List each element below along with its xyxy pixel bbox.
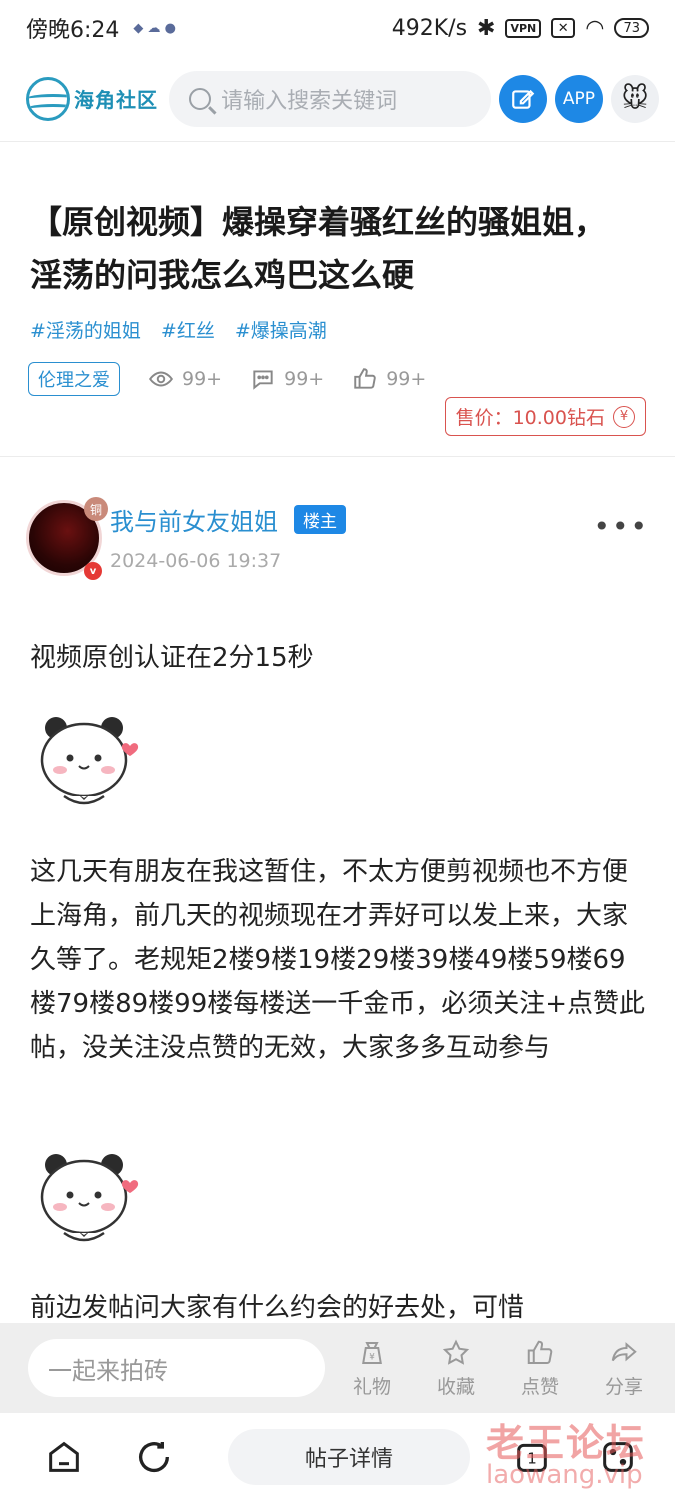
forum-watermark-url: laowang.vip (486, 1460, 643, 1490)
price-label: 售价：10.00钻石 (455, 407, 605, 429)
like-label: 点赞 (520, 1375, 559, 1398)
tag-link[interactable]: #红丝 (161, 316, 215, 343)
logo-globe-icon (26, 76, 70, 121)
op-badge: 楼主 (294, 505, 346, 534)
comments-stat: 99+ (250, 366, 324, 392)
tag-list: #淫荡的姐姐 #红丝 #爆操高潮 (30, 316, 327, 343)
favorite-label: 收藏 (436, 1375, 475, 1398)
comments-count: 99+ (284, 368, 325, 390)
home-button[interactable] (42, 1435, 86, 1479)
refresh-icon (139, 1441, 170, 1472)
views-count: 99+ (182, 368, 223, 390)
tag-link[interactable]: #淫荡的姐姐 (30, 316, 141, 343)
app-header: 海角社区 请输入搜索关键词 APP 🐭 (0, 56, 675, 142)
status-bar: 傍晚6:24 ◆ ☁ ● 492K/s ✱ VPN ✕ ◠ 73 (0, 0, 675, 56)
gift-label: 礼物 (352, 1375, 391, 1398)
svg-text:¥: ¥ (369, 1352, 375, 1362)
app-download-button[interactable]: APP (555, 74, 603, 123)
edit-post-button[interactable] (499, 74, 547, 123)
mouse-avatar-icon: 🐭 (621, 83, 649, 114)
tag-link[interactable]: #爆操高潮 (235, 316, 327, 343)
post-detail-tab[interactable]: 帖子详情 (228, 1428, 470, 1485)
verified-icon: v (84, 562, 102, 580)
home-icon (49, 1441, 79, 1472)
wifi-icon: ◠ (585, 15, 605, 41)
author-row: 我与前女友姐姐 楼主 (110, 502, 346, 537)
eye-icon (148, 371, 174, 387)
share-button[interactable]: 分享 (595, 1338, 653, 1399)
panda-sticker-icon (34, 1145, 144, 1255)
forum-watermark: 老王论坛 (486, 1421, 647, 1465)
like-button[interactable]: 点赞 (511, 1338, 569, 1399)
share-arrow-icon (611, 1341, 637, 1361)
gift-bag-icon: ¥ (362, 1341, 382, 1364)
post-paragraph: 视频原创认证在2分15秒 (30, 643, 314, 673)
likes-count: 99+ (386, 368, 427, 390)
more-options-icon[interactable]: ••• (593, 510, 649, 543)
star-icon (442, 1338, 470, 1365)
no-sim-icon: ✕ (551, 18, 576, 38)
post-time: 2024-06-06 19:37 (110, 550, 282, 572)
thumb-up-icon (354, 368, 376, 389)
bluetooth-icon: ✱ (477, 15, 496, 41)
likes-stat: 99+ (352, 366, 426, 392)
comment-icon (253, 370, 273, 390)
site-logo[interactable]: 海角社区 (26, 76, 161, 121)
panda-sticker-icon (34, 708, 144, 818)
category-badge[interactable]: 伦理之爱 (28, 362, 120, 396)
refresh-button[interactable] (132, 1435, 176, 1479)
post-meta: 伦理之爱 99+ 99+ 99+ (28, 362, 426, 396)
notification-icons: ◆ ☁ ● (133, 20, 177, 36)
comment-input[interactable]: 一起来拍砖 (28, 1339, 325, 1397)
logo-text: 海角社区 (74, 88, 158, 112)
share-label: 分享 (604, 1375, 643, 1398)
battery-icon: 73 (614, 18, 649, 38)
post-paragraph: 这几天有朋友在我这暂住，不太方便剪视频也不方便上海角，前几天的视频现在才弄好可以… (30, 857, 646, 1063)
thumb-up-icon (527, 1340, 553, 1364)
comment-bar: 一起来拍砖 ¥ 礼物 收藏 点赞 分享 (0, 1323, 675, 1413)
status-time: 傍晚6:24 (26, 18, 120, 43)
search-icon (189, 87, 212, 110)
edit-icon (512, 89, 535, 109)
vpn-icon: VPN (505, 18, 542, 38)
favorite-button[interactable]: 收藏 (427, 1338, 485, 1399)
section-divider (0, 456, 675, 457)
user-avatar[interactable]: 🐭 (611, 74, 659, 123)
author-name[interactable]: 我与前女友姐姐 (110, 502, 278, 537)
network-speed: 492K/s (391, 15, 468, 41)
search-input[interactable]: 请输入搜索关键词 (169, 70, 491, 127)
yen-icon: ¥ (613, 405, 635, 428)
gift-button[interactable]: ¥ 礼物 (343, 1338, 401, 1399)
level-badge: 铜 (84, 497, 108, 521)
search-placeholder: 请输入搜索关键词 (221, 88, 398, 114)
post-title: 【原创视频】爆操穿着骚红丝的骚姐姐，淫荡的问我怎么鸡巴这么硬 (30, 203, 607, 294)
views-stat: 99+ (148, 366, 222, 392)
price-button[interactable]: 售价：10.00钻石 ¥ (444, 397, 646, 436)
